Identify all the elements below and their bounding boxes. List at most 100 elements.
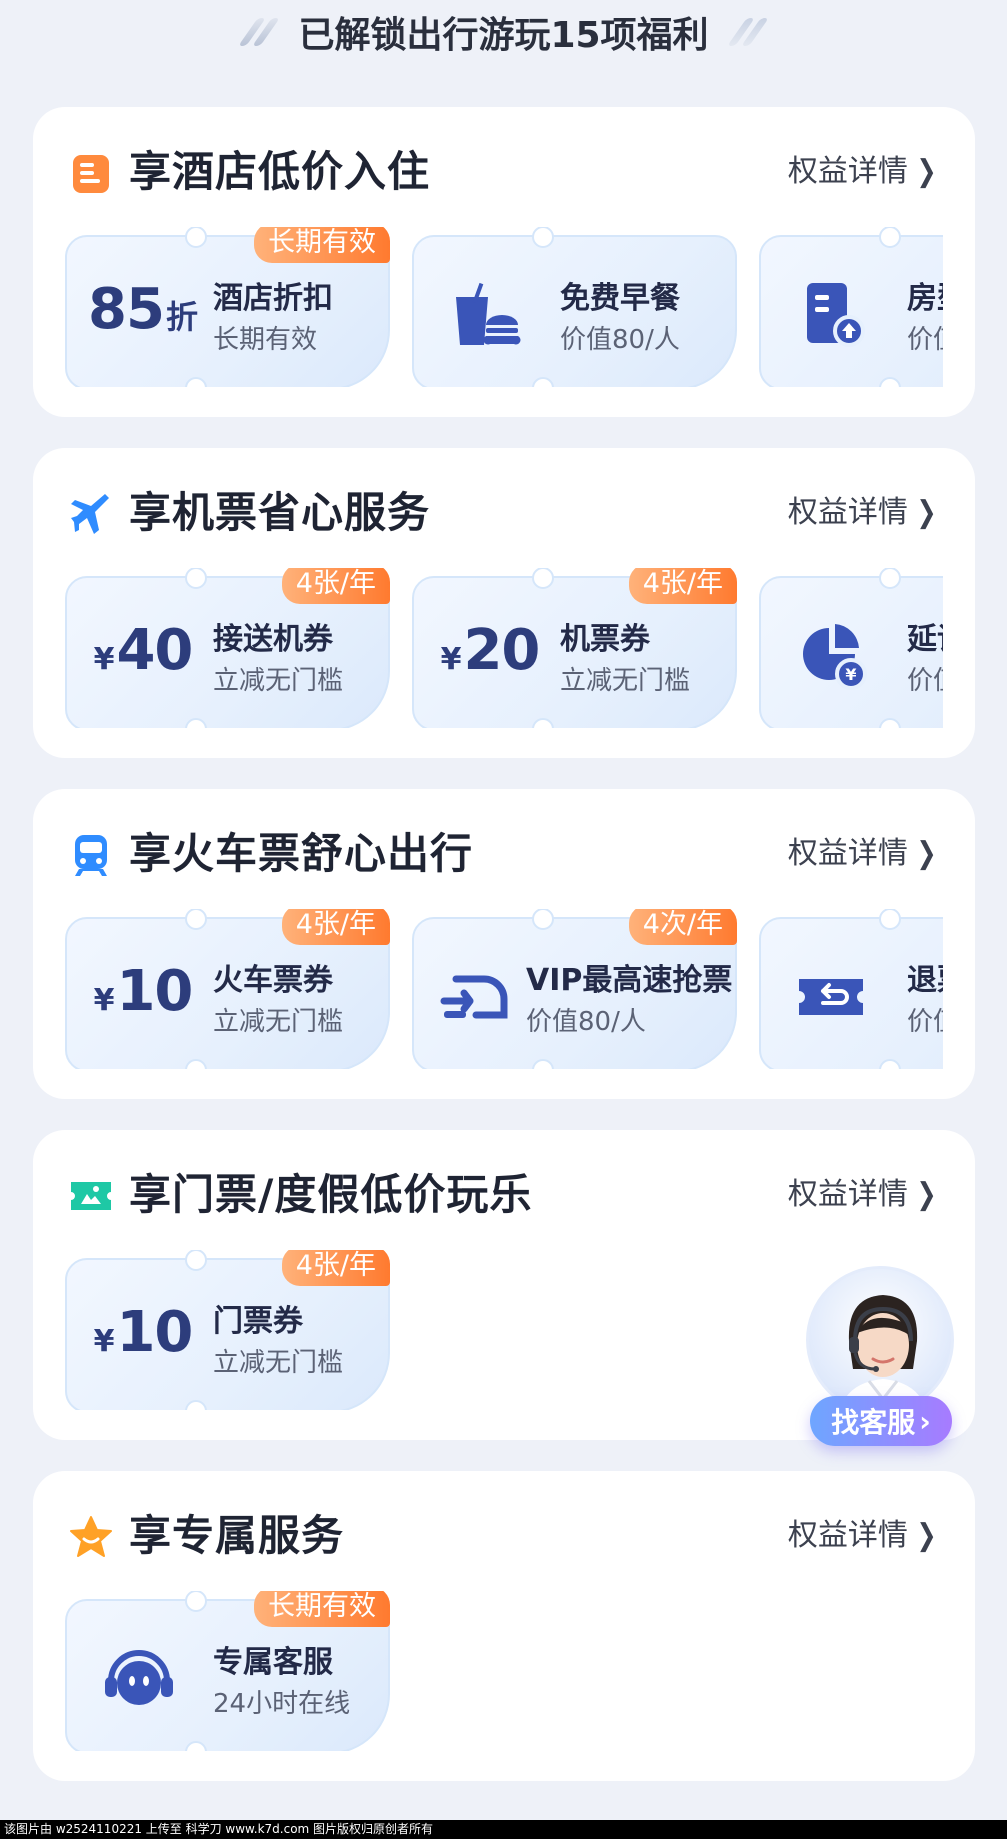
benefit-card-delay-insurance[interactable]: ¥ 延误 价值 xyxy=(759,568,943,728)
quota-badge: 4张/年 xyxy=(281,1250,390,1286)
currency-symbol: ¥ xyxy=(440,642,462,677)
section-title: 享门票/度假低价玩乐 xyxy=(129,1170,533,1219)
coupon-amount: 20 xyxy=(463,618,540,683)
train-icon xyxy=(75,835,107,876)
quota-badge: 4张/年 xyxy=(281,568,390,604)
benefit-details-label: 权益详情 xyxy=(787,1177,908,1212)
decor-slashes-right xyxy=(726,18,769,46)
section-header: 享机票省心服务 权益详情 ❯ xyxy=(33,448,975,568)
card-subtitle: 价值 xyxy=(907,325,943,355)
chevron-right-icon: ❯ xyxy=(916,1518,937,1553)
coupon-amount: 10 xyxy=(116,1300,193,1365)
breakfast-icon xyxy=(456,282,521,345)
currency-symbol: ¥ xyxy=(93,642,115,677)
card-subtitle: 立减无门槛 xyxy=(213,1348,344,1378)
section-train: 享火车票舒心出行 权益详情 ❯ 4张/年 ¥ 10 火车票券 立减无门槛 4次/… xyxy=(33,789,975,1099)
benefit-card-hotel-discount[interactable]: 长期有效 85 折 酒店折扣 长期有效 xyxy=(65,227,390,387)
find-service-button[interactable]: 找客服 › xyxy=(810,1396,952,1446)
benefit-details-link[interactable]: 权益详情 ❯ xyxy=(788,833,939,875)
section-header: 享火车票舒心出行 权益详情 ❯ xyxy=(33,789,975,909)
page-title-bar: 已解锁出行游玩15项福利 xyxy=(0,8,1007,56)
refund-ticket-icon xyxy=(799,979,863,1015)
card-name: 机票券 xyxy=(560,622,650,657)
section-title: 享机票省心服务 xyxy=(129,488,431,537)
coupon-value: ¥ 10 xyxy=(83,1300,203,1380)
room-upgrade-icon xyxy=(807,283,865,347)
benefit-card-ticket-refund[interactable]: 退票 价值 xyxy=(759,909,943,1069)
card-name: 接送机券 xyxy=(213,622,333,657)
benefit-card-attraction-ticket[interactable]: 4张/年 ¥ 10 门票券 立减无门槛 xyxy=(65,1250,390,1410)
decor-slashes-left xyxy=(238,18,281,46)
chevron-right-icon: ❯ xyxy=(916,1177,937,1212)
discount-number: 85 xyxy=(88,277,165,342)
card-row: 4张/年 ¥ 10 火车票券 立减无门槛 4次/年 VIP最高速抢票 价值80/… xyxy=(65,909,943,1069)
benefit-card-flight-coupon[interactable]: 4张/年 ¥ 20 机票券 立减无门槛 xyxy=(412,568,737,728)
benefit-details-link[interactable]: 权益详情 ❯ xyxy=(788,151,939,193)
section-title: 享专属服务 xyxy=(129,1511,345,1560)
card-subtitle: 立减无门槛 xyxy=(213,666,344,696)
card-name: VIP最高速抢票 xyxy=(526,963,733,998)
section-header: 享酒店低价入住 权益详情 ❯ xyxy=(33,107,975,227)
card-subtitle: 立减无门槛 xyxy=(213,1007,344,1037)
quota-badge: 4张/年 xyxy=(628,568,737,604)
section-title: 享火车票舒心出行 xyxy=(129,829,474,878)
benefit-details-link[interactable]: 权益详情 ❯ xyxy=(788,1515,939,1557)
section-header: 享门票/度假低价玩乐 权益详情 ❯ xyxy=(33,1130,975,1250)
card-row: 长期有效 专属客服 24小时在线 xyxy=(65,1591,943,1751)
card-name: 火车票券 xyxy=(213,963,333,998)
coupon-amount: 10 xyxy=(116,959,193,1024)
section-exclusive-service: 享专属服务 权益详情 ❯ 长期有效 专属客服 24小时在线 xyxy=(33,1471,975,1781)
benefit-card-vip-fast-grab[interactable]: 4次/年 VIP最高速抢票 价值80/人 xyxy=(412,909,737,1069)
card-name: 房型 xyxy=(907,281,943,316)
card-row: 长期有效 85 折 酒店折扣 长期有效 免费早餐 价值80/人 房 价 xyxy=(65,227,943,387)
card-name: 酒店折扣 xyxy=(213,281,333,316)
benefit-card-train-coupon[interactable]: 4张/年 ¥ 10 火车票券 立减无门槛 xyxy=(65,909,390,1069)
airplane-icon xyxy=(71,494,109,534)
validity-badge: 长期有效 xyxy=(254,227,390,263)
card-name: 延误 xyxy=(907,622,943,657)
benefit-card-free-breakfast[interactable]: 免费早餐 价值80/人 xyxy=(412,227,737,387)
agent-avatar xyxy=(806,1266,954,1414)
coupon-value: ¥ 40 xyxy=(83,618,203,698)
benefit-details-label: 权益详情 xyxy=(787,154,908,189)
benefit-details-label: 权益详情 xyxy=(787,495,908,530)
chevron-right-icon: ❯ xyxy=(916,495,937,530)
card-name: 门票券 xyxy=(213,1304,303,1339)
watermark-footer: 该图片由 w2524110221 上传至 科学刀 www.k7d.com 图片版… xyxy=(0,1820,1007,1839)
card-subtitle: 长期有效 xyxy=(213,325,318,355)
chevron-right-icon: ❯ xyxy=(916,836,937,871)
customer-service-float[interactable]: 找客服 › xyxy=(800,1266,960,1451)
card-subtitle: 价值 xyxy=(907,1007,943,1037)
section-flight: 享机票省心服务 权益详情 ❯ 4张/年 ¥ 40 接送机券 立减无门槛 4张/年… xyxy=(33,448,975,758)
benefit-card-room-upgrade[interactable]: 房型 价值 xyxy=(759,227,943,387)
benefit-details-label: 权益详情 xyxy=(787,836,908,871)
benefit-card-exclusive-service[interactable]: 长期有效 专属客服 24小时在线 xyxy=(65,1591,390,1751)
discount-value: 85 折 xyxy=(83,277,203,357)
discount-unit: 折 xyxy=(165,298,198,336)
currency-symbol: ¥ xyxy=(93,1324,115,1359)
robot-service-icon xyxy=(105,1650,173,1705)
quota-badge: 4次/年 xyxy=(628,909,737,945)
card-subtitle: 价值 xyxy=(907,666,943,696)
coupon-amount: 40 xyxy=(116,618,193,683)
card-subtitle: 价值80/人 xyxy=(526,1007,646,1037)
card-subtitle: 立减无门槛 xyxy=(560,666,691,696)
currency-symbol: ¥ xyxy=(93,983,115,1018)
svg-text:¥: ¥ xyxy=(845,665,856,684)
scenic-ticket-icon xyxy=(71,1182,111,1210)
fast-grab-icon xyxy=(440,975,508,1019)
card-subtitle: 24小时在线 xyxy=(213,1689,351,1719)
star-icon xyxy=(70,1516,112,1557)
coupon-value: ¥ 20 xyxy=(430,618,550,698)
benefit-details-label: 权益详情 xyxy=(787,1518,908,1553)
benefit-card-airport-transfer[interactable]: 4张/年 ¥ 40 接送机券 立减无门槛 xyxy=(65,568,390,728)
benefit-details-link[interactable]: 权益详情 ❯ xyxy=(788,492,939,534)
hotel-icon xyxy=(73,155,109,193)
agent-portrait-icon xyxy=(840,1295,926,1411)
section-header: 享专属服务 权益详情 ❯ xyxy=(33,1471,975,1591)
card-name: 免费早餐 xyxy=(560,281,680,316)
benefit-details-link[interactable]: 权益详情 ❯ xyxy=(788,1174,939,1216)
coupon-value: ¥ 10 xyxy=(83,959,203,1039)
section-title: 享酒店低价入住 xyxy=(129,147,431,196)
section-hotel: 享酒店低价入住 权益详情 ❯ 长期有效 85 折 酒店折扣 长期有效 免费早餐 xyxy=(33,107,975,417)
